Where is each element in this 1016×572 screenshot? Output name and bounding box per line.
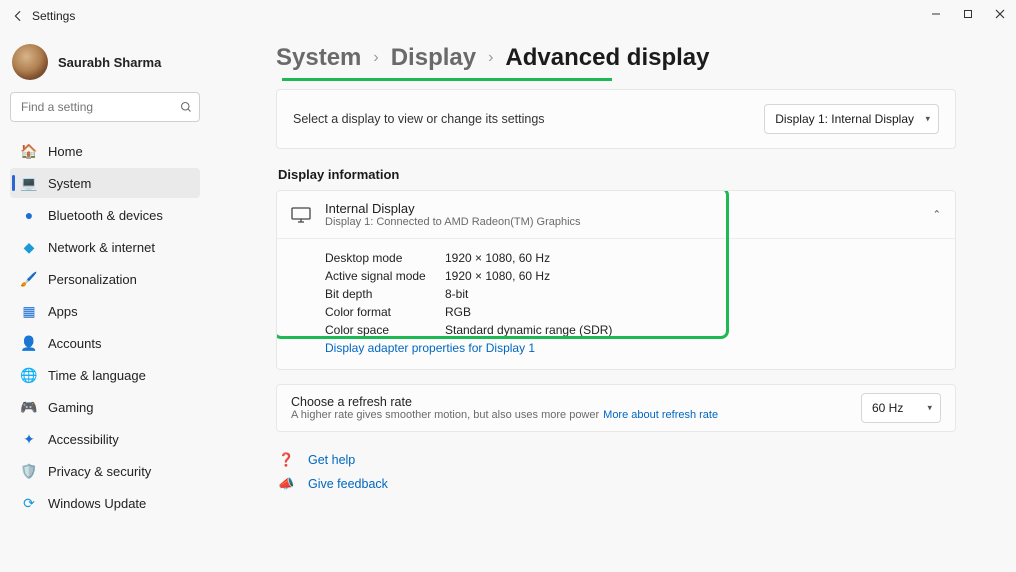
row-color-space: Color spaceStandard dynamic range (SDR) [325, 321, 941, 339]
display-select-dropdown[interactable]: Display 1: Internal Display ▾ [764, 104, 939, 134]
gaming-icon: 🎮 [20, 399, 38, 416]
titlebar: Settings [0, 0, 1016, 32]
home-icon: 🏠 [20, 143, 38, 160]
nav-personalization[interactable]: 🖌️ Personalization [10, 264, 200, 294]
row-color-format: Color formatRGB [325, 303, 941, 321]
nav-gaming[interactable]: 🎮 Gaming [10, 392, 200, 422]
help-icon: ❓ [278, 452, 294, 468]
window-title: Settings [32, 9, 75, 23]
shield-icon: 🛡️ [20, 463, 38, 480]
page-title: Advanced display [505, 44, 709, 72]
feedback-link[interactable]: Give feedback [308, 477, 388, 491]
chevron-down-icon: ▾ [927, 403, 932, 414]
maximize-button[interactable] [952, 0, 984, 28]
display-name: Internal Display [325, 201, 581, 216]
nav-update[interactable]: ⟳ Windows Update [10, 488, 200, 518]
nav-label: Accessibility [48, 432, 119, 447]
nav-label: Bluetooth & devices [48, 208, 163, 223]
wifi-icon: ◆ [20, 239, 38, 256]
row-active-signal: Active signal mode1920 × 1080, 60 Hz [325, 267, 941, 285]
highlight-bar [282, 78, 612, 81]
nav-label: Home [48, 144, 83, 159]
nav-accounts[interactable]: 👤 Accounts [10, 328, 200, 358]
close-icon [995, 9, 1005, 19]
back-button[interactable] [8, 9, 28, 23]
chevron-right-icon: › [373, 49, 378, 67]
nav-network[interactable]: ◆ Network & internet [10, 232, 200, 262]
nav-label: Accounts [48, 336, 101, 351]
nav-label: System [48, 176, 91, 191]
sidebar: Saurabh Sharma 🏠 Home 💻 System ● Bluetooth … [0, 32, 210, 572]
row-bit-depth: Bit depth8-bit [325, 285, 941, 303]
nav-system[interactable]: 💻 System [10, 168, 200, 198]
nav-home[interactable]: 🏠 Home [10, 136, 200, 166]
content: System › Display › Advanced display Sele… [210, 32, 1016, 572]
section-title: Display information [278, 167, 956, 182]
adapter-properties-link[interactable]: Display adapter properties for Display 1 [325, 341, 535, 355]
dropdown-value: Display 1: Internal Display [775, 112, 914, 126]
info-body: Desktop mode1920 × 1080, 60 Hz Active si… [277, 238, 955, 369]
nav-privacy[interactable]: 🛡️ Privacy & security [10, 456, 200, 486]
breadcrumb-display[interactable]: Display [391, 44, 476, 72]
help-links: ❓ Get help 📣 Give feedback [276, 452, 956, 492]
get-help-link[interactable]: Get help [308, 453, 355, 467]
refresh-sub: A higher rate gives smoother motion, but… [291, 409, 599, 421]
chevron-right-icon: › [488, 49, 493, 67]
nav-label: Personalization [48, 272, 137, 287]
person-icon: 👤 [20, 335, 38, 352]
nav-label: Apps [48, 304, 78, 319]
display-selector-card: Select a display to view or change its s… [276, 89, 956, 149]
refresh-title: Choose a refresh rate [291, 395, 718, 409]
nav-accessibility[interactable]: ✦ Accessibility [10, 424, 200, 454]
nav-label: Network & internet [48, 240, 155, 255]
breadcrumb-system[interactable]: System [276, 44, 361, 72]
nav-bluetooth[interactable]: ● Bluetooth & devices [10, 200, 200, 230]
window-controls [920, 0, 1016, 28]
globe-icon: 🌐 [20, 367, 38, 384]
feedback-icon: 📣 [278, 476, 294, 492]
refresh-rate-dropdown[interactable]: 60 Hz ▾ [861, 393, 941, 423]
user-name: Saurabh Sharma [58, 55, 161, 70]
update-icon: ⟳ [20, 495, 38, 512]
user-row[interactable]: Saurabh Sharma [10, 40, 200, 92]
chevron-down-icon: ▾ [925, 114, 930, 125]
refresh-rate-card: Choose a refresh rate A higher rate give… [276, 384, 956, 432]
search-wrap [10, 92, 200, 122]
bluetooth-icon: ● [20, 207, 38, 223]
monitor-icon [291, 207, 313, 223]
display-info-card: Internal Display Display 1: Connected to… [276, 190, 956, 370]
nav-time[interactable]: 🌐 Time & language [10, 360, 200, 390]
search-icon [180, 101, 192, 113]
row-desktop-mode: Desktop mode1920 × 1080, 60 Hz [325, 249, 941, 267]
chevron-up-icon: ⌃ [933, 209, 941, 220]
accessibility-icon: ✦ [20, 431, 38, 448]
refresh-more-link[interactable]: More about refresh rate [603, 409, 718, 421]
selector-description: Select a display to view or change its s… [293, 112, 545, 126]
system-icon: 💻 [20, 175, 38, 192]
apps-icon: ▦ [20, 303, 38, 320]
search-input[interactable] [10, 92, 200, 122]
info-header[interactable]: Internal Display Display 1: Connected to… [277, 191, 955, 238]
brush-icon: 🖌️ [20, 271, 38, 288]
avatar [12, 44, 48, 80]
minimize-icon [931, 9, 941, 19]
nav-label: Gaming [48, 400, 94, 415]
nav-label: Privacy & security [48, 464, 151, 479]
minimize-button[interactable] [920, 0, 952, 28]
nav-apps[interactable]: ▦ Apps [10, 296, 200, 326]
dropdown-value: 60 Hz [872, 401, 903, 415]
maximize-icon [963, 9, 973, 19]
nav: 🏠 Home 💻 System ● Bluetooth & devices ◆ Netw… [10, 136, 200, 518]
display-sub: Display 1: Connected to AMD Radeon(TM) G… [325, 216, 581, 228]
nav-label: Time & language [48, 368, 146, 383]
arrow-left-icon [11, 9, 25, 23]
breadcrumb: System › Display › Advanced display [276, 44, 956, 72]
nav-label: Windows Update [48, 496, 146, 511]
close-button[interactable] [984, 0, 1016, 28]
